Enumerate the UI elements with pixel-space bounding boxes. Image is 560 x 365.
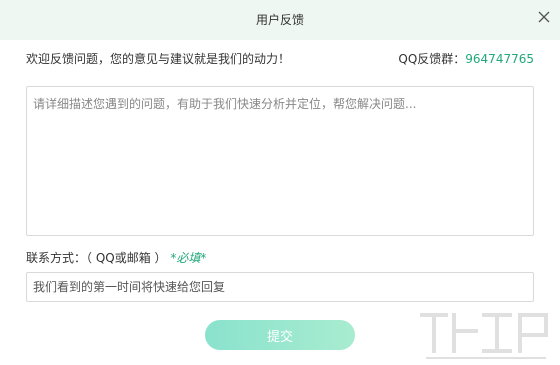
contact-label-row: 联系方式：（ QQ或邮箱 ） *必填* xyxy=(26,249,206,267)
feedback-textarea[interactable] xyxy=(26,86,534,236)
required-tag: *必填* xyxy=(170,251,207,265)
close-icon[interactable] xyxy=(536,9,552,25)
qq-group-label: QQ反馈群： xyxy=(398,52,466,66)
title-bar: 用户反馈 xyxy=(0,0,560,40)
submit-button[interactable]: 提交 xyxy=(205,320,355,350)
intro-row: 欢迎反馈问题，您的意见与建议就是我们的动力！ QQ反馈群：964747765 xyxy=(26,50,534,68)
intro-text: 欢迎反馈问题，您的意见与建议就是我们的动力！ xyxy=(26,52,291,66)
dialog-title: 用户反馈 xyxy=(255,13,304,27)
watermark-logo xyxy=(420,313,548,359)
qq-group-info: QQ反馈群：964747765 xyxy=(398,50,534,68)
contact-input[interactable] xyxy=(26,272,534,302)
feedback-dialog: 用户反馈 欢迎反馈问题，您的意见与建议就是我们的动力！ QQ反馈群：964747… xyxy=(0,0,560,365)
contact-label: 联系方式：（ QQ或邮箱 ） xyxy=(26,251,167,265)
qq-group-number: 964747765 xyxy=(465,52,534,66)
